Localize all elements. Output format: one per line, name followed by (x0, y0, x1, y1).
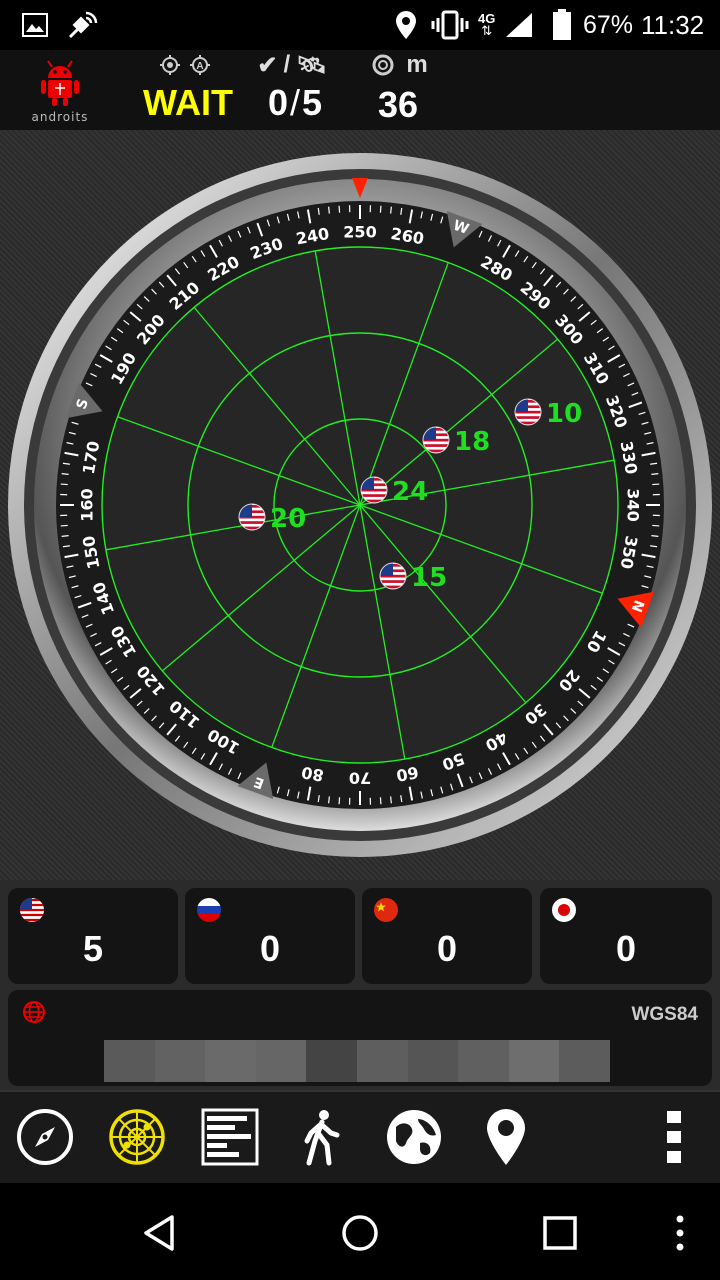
satellite-signal-notification-icon (66, 0, 100, 50)
satellite-10[interactable]: 10 (514, 398, 582, 429)
satellite-20[interactable]: 20 (238, 503, 306, 534)
dial-tick (328, 796, 330, 804)
usa-flag-icon (514, 398, 542, 426)
app-header: androits A WAIT ✔ / 🛰︎ 0/5 m 36 (0, 50, 720, 130)
accuracy-icon (372, 54, 394, 76)
dial-tick (61, 535, 69, 537)
clock: 11:32 (641, 9, 705, 40)
usa-flag-icon (422, 426, 450, 454)
signal-bars-icon[interactable] (197, 1104, 263, 1170)
russia-flag-icon (197, 898, 221, 922)
satellites-used-header: ✔ / 🛰︎ (257, 51, 327, 79)
japan-flag-icon (552, 898, 576, 922)
accuracy-value: 36 (377, 84, 419, 125)
usa-flag-icon (20, 898, 44, 922)
china-flag-icon (374, 898, 398, 922)
battery-icon (552, 0, 572, 50)
usa-flag-icon (238, 503, 266, 531)
dial-label: 250 (343, 223, 376, 242)
usa-flag-icon (379, 562, 407, 590)
fix-status: WAIT (143, 82, 233, 123)
satellite-id: 15 (411, 563, 447, 593)
satellite-id: 10 (546, 399, 582, 429)
qzss-count-card[interactable]: 0 (540, 888, 712, 984)
dial-label: 160 (78, 488, 97, 521)
satellites-count: 0/5 (267, 82, 323, 123)
satellite-id: 20 (270, 504, 306, 534)
qzss-count: 0 (615, 928, 637, 969)
coordinates-card[interactable]: WGS84 (8, 990, 712, 1086)
bottom-toolbar (0, 1090, 720, 1183)
battery-percent: 67% (583, 10, 634, 39)
dial-tick (390, 796, 392, 804)
glonass-count: 0 (259, 928, 281, 969)
overflow-menu-icon[interactable] (641, 1104, 707, 1170)
satellite-15[interactable]: 15 (379, 562, 447, 593)
datum-label: WGS84 (631, 1004, 698, 1025)
dial-tick (651, 535, 659, 537)
cell-signal-icon (504, 0, 534, 50)
accuracy-header: m (364, 51, 434, 78)
globe-icon[interactable] (381, 1104, 447, 1170)
walking-person-icon[interactable] (289, 1104, 355, 1170)
fix-target-icon: A (156, 52, 216, 78)
gps-count-card[interactable]: 5 (8, 888, 178, 984)
dial-label: 80 (300, 763, 325, 786)
androits-logo[interactable]: androits (18, 54, 102, 128)
globe-grid-icon (22, 1000, 46, 1028)
dial-tick (390, 206, 392, 214)
constellation-panel: 5 0 0 0 WGS84 (0, 880, 720, 1090)
skyplot-radar[interactable]: 1020304050607080100110120130140150160170… (0, 130, 720, 880)
vibrate-icon (430, 0, 470, 50)
dial-tick (651, 473, 659, 475)
gallery-notification-icon (22, 0, 48, 50)
glonass-count-card[interactable]: 0 (185, 888, 355, 984)
compass-icon[interactable] (12, 1104, 78, 1170)
dial-label: 70 (349, 769, 371, 788)
beidou-count: 0 (436, 928, 458, 969)
dial-label: 340 (624, 488, 643, 521)
satellite-id: 24 (392, 477, 428, 507)
status-bar: 4G ⇅ 67% 11:32 (0, 0, 720, 50)
beidou-count-card[interactable]: 0 (362, 888, 532, 984)
gps-count: 5 (82, 928, 104, 969)
check-icon: ✔ (257, 51, 278, 79)
radar-icon[interactable] (104, 1104, 170, 1170)
recents-icon[interactable] (530, 1203, 590, 1263)
usa-flag-icon (360, 476, 388, 504)
dial-tick (61, 473, 69, 475)
home-icon[interactable] (330, 1203, 390, 1263)
svg-text:A: A (196, 61, 203, 72)
dial-label: 60 (395, 763, 420, 786)
satellite-id: 18 (454, 427, 490, 457)
more-icon[interactable] (650, 1203, 710, 1263)
satellite-24[interactable]: 24 (360, 476, 428, 507)
skyplot-area: 10 20 30 40 50 60 70 80 100 110 120 130 140 150 160 170… (0, 130, 720, 880)
location-icon (394, 0, 418, 50)
satellite-18[interactable]: 18 (422, 426, 490, 457)
network-type-indicator: 4G ⇅ (478, 11, 496, 39)
dial-tick (328, 206, 330, 214)
back-icon[interactable] (130, 1203, 190, 1263)
redacted-coordinates (104, 1040, 610, 1082)
map-pin-icon[interactable] (473, 1104, 539, 1170)
system-navigation-bar (0, 1183, 720, 1280)
satellite-icon: 🛰︎ (296, 51, 327, 79)
